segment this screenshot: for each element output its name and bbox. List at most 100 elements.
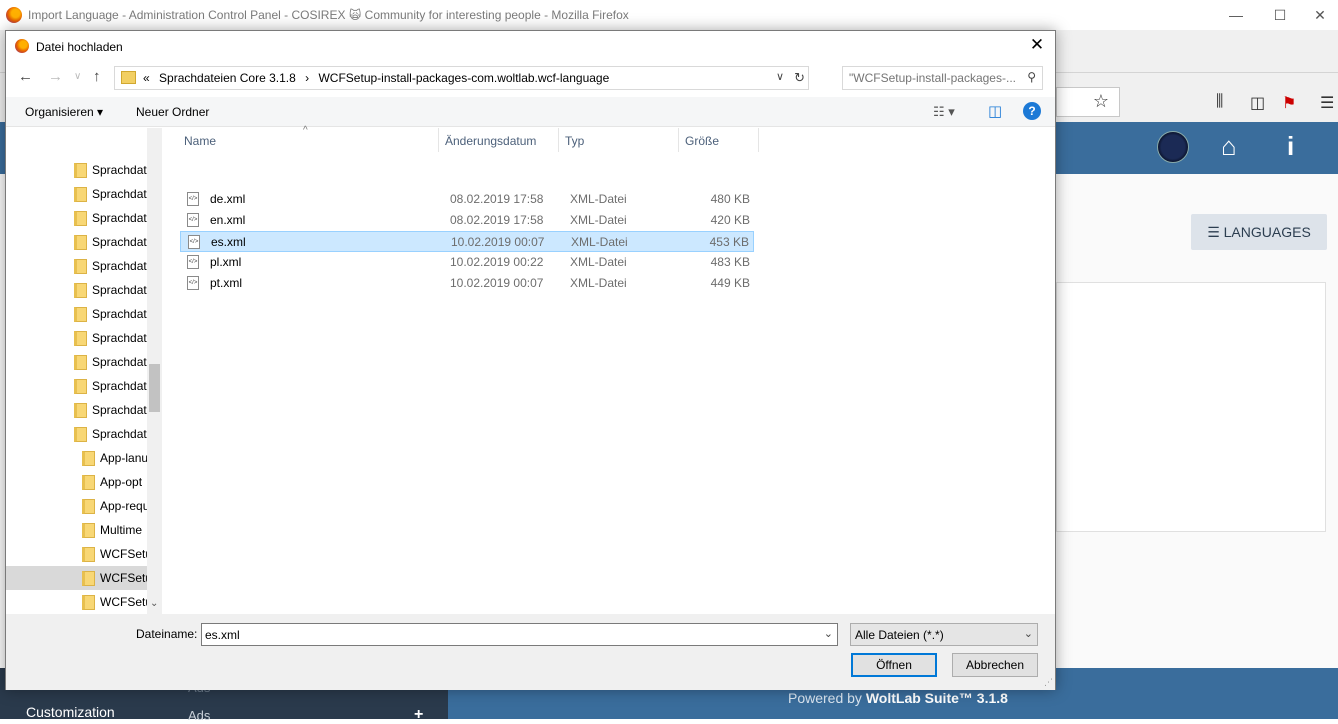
- cancel-button[interactable]: Abbrechen: [952, 653, 1038, 677]
- command-bar: Organisieren ▾ Neuer Ordner ☷ ▾ ◫ ?: [6, 97, 1055, 127]
- minimize-button[interactable]: —: [1214, 4, 1258, 26]
- tree-item[interactable]: Sprachdat: [6, 182, 147, 206]
- powered-by-brand[interactable]: WoltLab Suite™ 3.1.8: [866, 690, 1008, 706]
- folder-icon: [74, 331, 87, 346]
- file-date: 10.02.2019 00:07: [451, 235, 545, 249]
- tree-item[interactable]: Sprachdat: [6, 278, 147, 302]
- tree-item[interactable]: Multime: [6, 518, 147, 542]
- file-row[interactable]: </> en.xml 08.02.2019 17:58 XML-Datei 420 KB: [180, 210, 754, 231]
- search-input[interactable]: [849, 71, 1019, 85]
- tree-item[interactable]: Sprachdat: [6, 350, 147, 374]
- address-dropdown-icon[interactable]: ∨: [776, 70, 784, 83]
- up-folder-icon[interactable]: ↑: [93, 68, 101, 85]
- tree-item-label: Sprachdat: [92, 403, 147, 417]
- column-divider[interactable]: [758, 128, 759, 152]
- file-row[interactable]: </> es.xml 10.02.2019 00:07 XML-Datei 453 KB: [180, 231, 754, 252]
- organize-menu[interactable]: Organisieren ▾: [25, 105, 103, 119]
- chevron-down-icon[interactable]: ⌄: [1024, 627, 1033, 640]
- breadcrumb-separator-icon[interactable]: ›: [305, 71, 309, 85]
- breadcrumb-item[interactable]: WCFSetup-install-packages-com.woltlab.wc…: [318, 71, 609, 85]
- forward-arrow-icon[interactable]: →: [48, 68, 63, 85]
- folder-icon: [74, 283, 87, 298]
- file-type-filter[interactable]: Alle Dateien (*.*) ⌄: [850, 623, 1038, 646]
- tree-item-label: App-requ: [100, 499, 147, 513]
- maximize-button[interactable]: ☐: [1258, 4, 1302, 26]
- filename-label: Dateiname:: [136, 627, 198, 641]
- sidebar-item-customization[interactable]: Customization: [26, 704, 115, 720]
- new-folder-button[interactable]: Neuer Ordner: [136, 105, 209, 119]
- tree-scrollbar[interactable]: ⌄: [147, 128, 162, 614]
- tree-item[interactable]: Sprachdat: [6, 158, 147, 182]
- file-row[interactable]: </> de.xml 08.02.2019 17:58 XML-Datei 480 KB: [180, 189, 754, 210]
- folder-icon: [74, 187, 87, 202]
- file-row[interactable]: </> pt.xml 10.02.2019 00:07 XML-Datei 449 KB: [180, 273, 754, 294]
- close-window-button[interactable]: ✕: [1298, 4, 1338, 26]
- view-options-icon[interactable]: ☷ ▾: [933, 104, 955, 120]
- back-arrow-icon[interactable]: ←: [18, 68, 33, 85]
- url-bar[interactable]: ☆: [1056, 87, 1120, 117]
- info-icon[interactable]: i: [1287, 131, 1294, 162]
- tree-item[interactable]: App-requ: [6, 494, 147, 518]
- column-header-date[interactable]: Änderungsdatum: [445, 134, 536, 148]
- tree-item[interactable]: Sprachdat: [6, 422, 147, 446]
- scroll-down-icon[interactable]: ⌄: [150, 598, 158, 609]
- dialog-footer: Dateiname: ⌄ Alle Dateien (*.*) ⌄ Öffnen…: [6, 614, 1055, 690]
- preview-pane-icon[interactable]: ◫: [988, 102, 1002, 120]
- file-list: Name ^ Änderungsdatum Typ Größe </> de.xm…: [162, 125, 1055, 614]
- user-avatar[interactable]: [1157, 131, 1189, 163]
- sidebar-toggle-icon[interactable]: ◫: [1250, 93, 1265, 113]
- refresh-icon[interactable]: ↻: [794, 70, 805, 86]
- bookmark-star-icon[interactable]: ☆: [1093, 91, 1109, 112]
- tree-item[interactable]: WCFSetu: [6, 566, 147, 590]
- tree-item[interactable]: Sprachdat: [6, 254, 147, 278]
- folder-icon: [82, 523, 95, 538]
- file-row[interactable]: </> pl.xml 10.02.2019 00:22 XML-Datei 483 KB: [180, 252, 754, 273]
- tree-item-label: Sprachdat: [92, 331, 147, 345]
- filename-input[interactable]: [205, 628, 805, 642]
- column-header-name[interactable]: Name: [184, 134, 216, 148]
- recent-locations-icon[interactable]: ∨: [74, 71, 81, 82]
- resize-grip-icon[interactable]: ⋰: [1044, 677, 1053, 688]
- search-box[interactable]: ⚲: [842, 66, 1043, 90]
- tree-item-label: Sprachdat: [92, 283, 147, 297]
- languages-button[interactable]: ☰ LANGUAGES: [1191, 214, 1327, 250]
- tree-item[interactable]: App-opt: [6, 470, 147, 494]
- file-name: de.xml: [210, 192, 246, 206]
- column-divider[interactable]: [438, 128, 439, 152]
- tree-item[interactable]: Sprachdat: [6, 326, 147, 350]
- scrollbar-thumb[interactable]: [149, 364, 160, 412]
- filename-field[interactable]: ⌄: [201, 623, 838, 646]
- column-header-type[interactable]: Typ: [565, 134, 584, 148]
- tree-item[interactable]: Sprachdat: [6, 398, 147, 422]
- dialog-title: Datei hochladen: [36, 40, 123, 54]
- add-icon[interactable]: +: [414, 706, 423, 724]
- address-bar[interactable]: « Sprachdateien Core 3.1.8 › WCFSetup-in…: [114, 66, 809, 90]
- breadcrumb-overflow[interactable]: «: [143, 71, 150, 85]
- column-divider[interactable]: [678, 128, 679, 152]
- menu-hamburger-icon[interactable]: ☰: [1320, 93, 1334, 113]
- open-button[interactable]: Öffnen: [851, 653, 937, 677]
- library-icon[interactable]: ⫼: [1216, 93, 1223, 111]
- folder-icon: [82, 547, 95, 562]
- column-header-size[interactable]: Größe: [685, 134, 719, 148]
- pdf-addon-icon[interactable]: ⚑: [1282, 93, 1296, 113]
- dialog-close-button[interactable]: ✕: [1027, 36, 1047, 56]
- tree-item[interactable]: Sprachdat: [6, 302, 147, 326]
- tree-item-label: Sprachdat: [92, 187, 147, 201]
- tree-item[interactable]: WCFSetu: [6, 590, 147, 614]
- tree-item[interactable]: App-lanu: [6, 446, 147, 470]
- tree-item[interactable]: Sprachdat: [6, 230, 147, 254]
- home-icon[interactable]: ⌂: [1221, 131, 1237, 162]
- search-icon[interactable]: ⚲: [1027, 70, 1036, 84]
- help-icon[interactable]: ?: [1023, 102, 1041, 120]
- column-divider[interactable]: [558, 128, 559, 152]
- powered-by-label: Powered by: [788, 690, 862, 706]
- folder-icon: [82, 499, 95, 514]
- tree-item[interactable]: WCFSetu: [6, 542, 147, 566]
- tree-item[interactable]: Sprachdat: [6, 206, 147, 230]
- file-name: pl.xml: [210, 255, 242, 269]
- chevron-down-icon[interactable]: ⌄: [824, 627, 833, 640]
- tree-item[interactable]: Sprachdat: [6, 374, 147, 398]
- sidebar-item-ads-sub[interactable]: Ads: [188, 708, 210, 723]
- breadcrumb-item[interactable]: Sprachdateien Core 3.1.8: [159, 71, 296, 85]
